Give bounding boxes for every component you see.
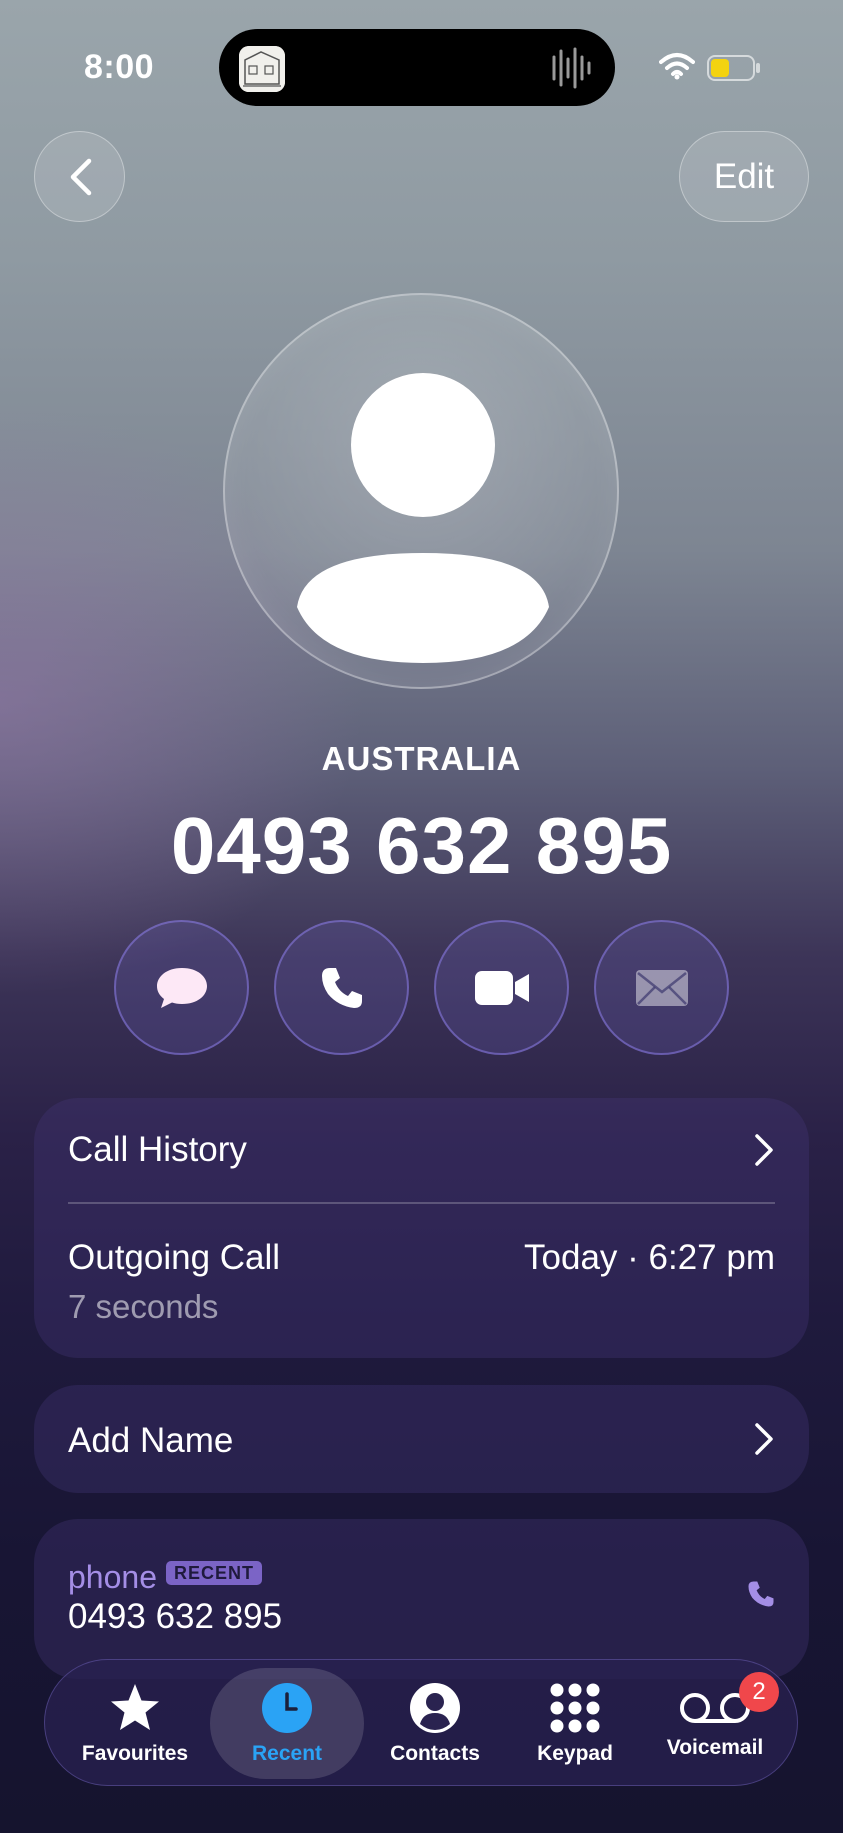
keypad-icon xyxy=(550,1683,600,1732)
tab-bar: Favourites Recent Contacts Keypad Voicem… xyxy=(44,1659,798,1786)
phone-icon xyxy=(321,967,362,1008)
battery-icon xyxy=(707,55,760,81)
tab-favourites[interactable]: Favourites xyxy=(65,1660,205,1787)
dynamic-island[interactable] xyxy=(219,29,615,106)
call-entry-type: Outgoing Call xyxy=(68,1238,281,1277)
divider xyxy=(68,1202,775,1204)
phone-label: phone xyxy=(68,1559,157,1595)
edit-button[interactable]: Edit xyxy=(679,131,809,222)
star-icon xyxy=(111,1683,159,1730)
chevron-right-icon[interactable] xyxy=(753,1133,775,1167)
call-history-card: Call History Outgoing Call Today · 6:27 … xyxy=(34,1098,809,1358)
voicemail-badge: 2 xyxy=(739,1672,779,1712)
call-history-title[interactable]: Call History xyxy=(68,1130,247,1170)
add-name-label: Add Name xyxy=(68,1421,234,1460)
recent-badge: RECENT xyxy=(166,1561,263,1585)
call-button[interactable] xyxy=(274,920,409,1055)
mail-button[interactable] xyxy=(594,920,729,1055)
back-button[interactable] xyxy=(34,131,125,222)
tab-label: Contacts xyxy=(390,1741,480,1765)
tab-label: Keypad xyxy=(537,1741,613,1765)
chevron-left-icon xyxy=(70,158,91,195)
phone-number-value: 0493 632 895 xyxy=(68,1597,283,1636)
chevron-right-icon xyxy=(755,1423,773,1455)
tab-keypad[interactable]: Keypad xyxy=(505,1660,645,1787)
status-time: 8:00 xyxy=(84,48,155,86)
tab-label: Voicemail xyxy=(666,1735,764,1759)
person-silhouette-icon xyxy=(297,373,549,663)
call-entry-duration: 7 seconds xyxy=(68,1288,219,1325)
message-bubble-icon xyxy=(156,967,207,1008)
video-camera-icon xyxy=(474,970,529,1005)
wifi-icon xyxy=(659,53,695,80)
contact-avatar[interactable] xyxy=(223,293,619,689)
message-button[interactable] xyxy=(114,920,249,1055)
contact-country: AUSTRALIA xyxy=(321,740,522,777)
tab-recent[interactable]: Recent xyxy=(215,1660,359,1787)
now-playing-thumbnail xyxy=(239,46,285,92)
audio-waveform-icon xyxy=(552,47,591,89)
add-name-row[interactable]: Add Name xyxy=(34,1385,809,1493)
clock-icon xyxy=(262,1682,312,1733)
phone-number-row[interactable]: phone RECENT 0493 632 895 xyxy=(34,1519,809,1679)
mail-icon xyxy=(635,969,688,1006)
person-circle-icon xyxy=(410,1682,460,1733)
tab-contacts[interactable]: Contacts xyxy=(365,1660,505,1787)
tab-label: Recent xyxy=(251,1741,323,1765)
call-entry-time: Today · 6:27 pm xyxy=(524,1238,775,1277)
phone-icon[interactable] xyxy=(746,1579,776,1609)
video-call-button[interactable] xyxy=(434,920,569,1055)
contact-number: 0493 632 895 xyxy=(170,801,673,890)
tab-label: Favourites xyxy=(81,1741,189,1765)
